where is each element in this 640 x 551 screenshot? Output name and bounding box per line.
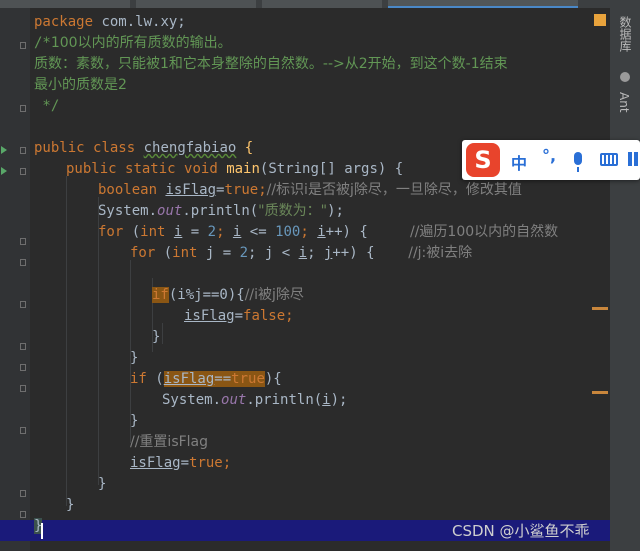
code-line-17[interactable]: } <box>130 348 138 369</box>
fold-marker-icon[interactable] <box>20 511 26 518</box>
code-line-14[interactable]: if(i%j==0){//i被j除尽 <box>152 285 304 306</box>
keyboard-icon[interactable] <box>600 153 618 166</box>
code-line-1[interactable]: package com.lw.xy; <box>34 12 186 33</box>
text-caret <box>41 523 43 539</box>
code-line-10[interactable]: System.out.println("质数为："); <box>98 201 344 222</box>
fold-marker-icon[interactable] <box>20 42 26 49</box>
warning-marker[interactable] <box>592 391 608 394</box>
code-line-9[interactable]: boolean isFlag=true;//标识i是否被j除尽，一旦除尽，修改其… <box>98 180 522 201</box>
toolbox-grid-icon[interactable] <box>628 152 640 166</box>
fold-marker-icon[interactable] <box>20 259 26 266</box>
code-line-2[interactable]: /*100以内的所有质数的输出。 <box>34 33 232 54</box>
ime-toolbar: S 中 °, <box>462 140 640 180</box>
editor-tab-active[interactable] <box>388 0 578 8</box>
code-line-8[interactable]: public static void main(String[] args) { <box>66 159 403 180</box>
fold-marker-icon[interactable] <box>20 105 26 112</box>
code-editor[interactable]: package com.lw.xy; /*100以内的所有质数的输出。 质数：素… <box>30 8 592 551</box>
ime-punctuation-toggle[interactable]: °, <box>542 146 556 165</box>
ant-tool-button[interactable]: Ant <box>617 92 631 113</box>
code-line-4[interactable]: 最小的质数是2 <box>34 75 127 96</box>
fold-marker-icon[interactable] <box>20 364 26 371</box>
warning-marker[interactable] <box>592 307 608 310</box>
code-line-23[interactable]: } <box>98 474 106 495</box>
code-line-18[interactable]: if (isFlag==true){ <box>130 369 282 390</box>
code-line-19[interactable]: System.out.println(i); <box>162 390 347 411</box>
code-line-11[interactable]: for (int i = 2; i <= 100; i++) { //遍历100… <box>98 222 558 243</box>
fold-marker-icon[interactable] <box>20 147 26 154</box>
code-line-5[interactable]: */ <box>34 96 59 117</box>
code-line-16[interactable]: } <box>152 327 160 348</box>
watermark: CSDN @小鲨鱼不乖 <box>452 522 590 540</box>
editor-tab[interactable] <box>136 0 256 8</box>
editor-tab[interactable] <box>0 0 130 8</box>
fold-marker-icon[interactable] <box>20 385 26 392</box>
fold-marker-icon[interactable] <box>20 427 26 434</box>
microphone-icon[interactable] <box>574 152 582 172</box>
code-line-3[interactable]: 质数：素数，只能被1和它本身整除的自然数。-->从2开始，到这个数-1结束 <box>34 54 508 75</box>
code-line-24[interactable]: } <box>66 495 74 516</box>
fold-marker-icon[interactable] <box>20 343 26 350</box>
database-tool-button[interactable]: 数据库 <box>617 16 634 52</box>
code-line-15[interactable]: isFlag=false; <box>184 306 294 327</box>
right-tool-sidebar: 数据库 Ant <box>610 0 640 551</box>
fold-marker-icon[interactable] <box>20 301 26 308</box>
code-line-20[interactable]: } <box>130 411 138 432</box>
inspection-status-icon[interactable] <box>594 14 606 26</box>
editor-tab-bar <box>0 0 610 8</box>
ant-icon <box>620 72 630 82</box>
code-line-22[interactable]: isFlag=true; <box>130 453 231 474</box>
code-line-21[interactable]: //重置isFlag <box>130 432 208 453</box>
ime-language-toggle[interactable]: 中 <box>511 150 527 174</box>
editor-tab[interactable] <box>262 0 382 8</box>
sogou-logo-icon[interactable]: S <box>466 143 500 177</box>
fold-marker-icon[interactable] <box>20 490 26 497</box>
run-main-icon[interactable] <box>1 167 7 175</box>
code-line-12[interactable]: for (int j = 2; j < i; j++) { //j:被i去除 <box>130 243 472 264</box>
editor-gutter[interactable] <box>0 8 30 551</box>
fold-marker-icon[interactable] <box>20 168 26 175</box>
fold-marker-icon[interactable] <box>20 238 26 245</box>
run-class-icon[interactable] <box>1 146 7 154</box>
code-line-7[interactable]: public class chengfabiao { <box>34 138 253 159</box>
